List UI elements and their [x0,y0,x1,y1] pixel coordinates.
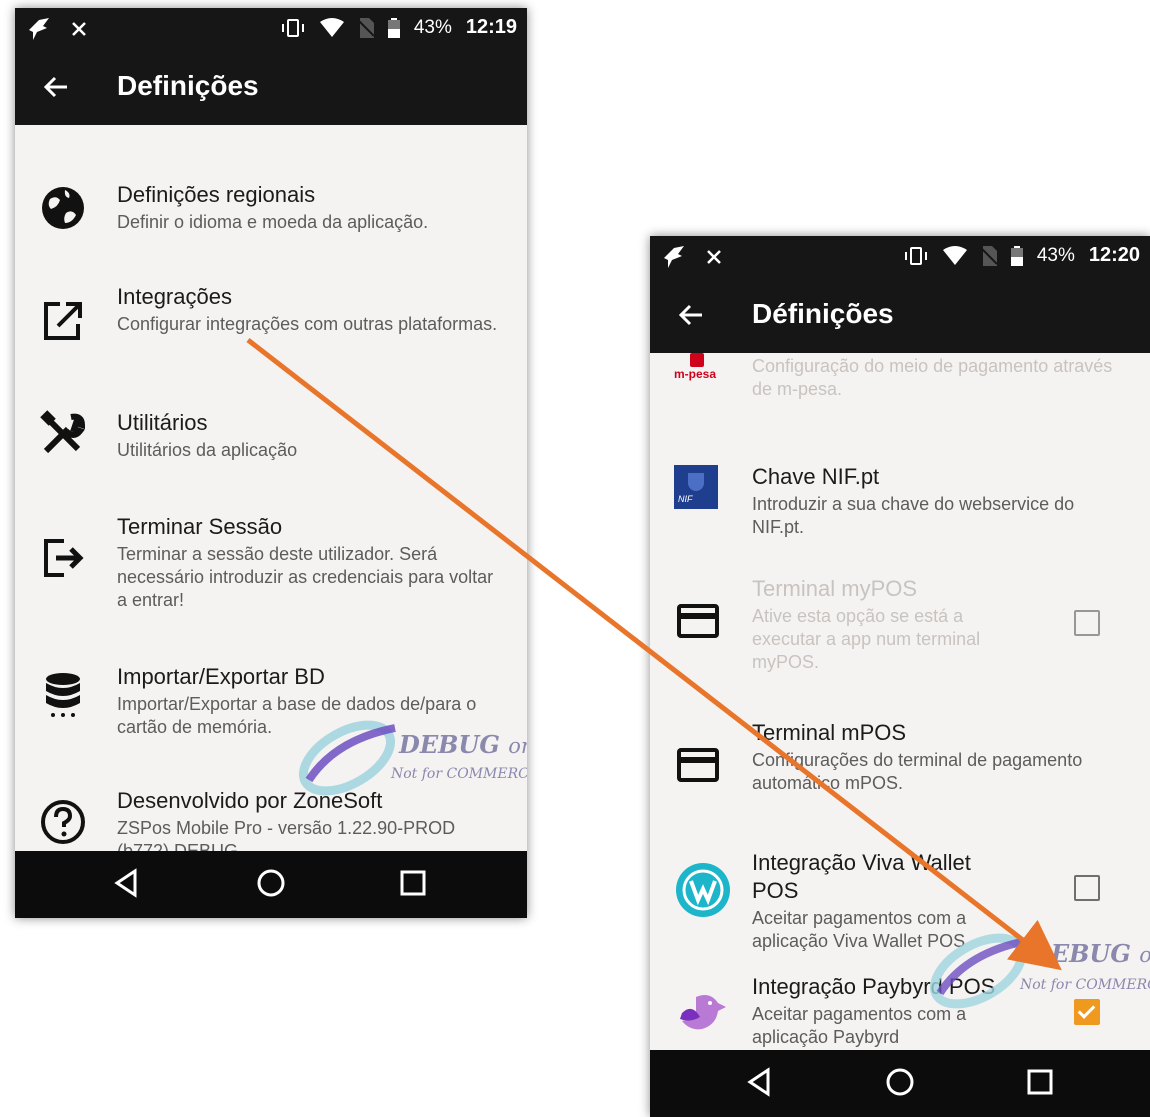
setting-subtitle: Configuração do meio de pagamento atravé… [752,356,1113,399]
setting-terminal-mypos[interactable]: Terminal myPOS Ative esta opção se está … [650,565,1150,685]
setting-viva-wallet[interactable]: Integração Viva Wallet POS Aceitar pagam… [650,829,1150,951]
tools-icon [40,410,86,454]
nav-bar [650,1050,1150,1117]
battery-percent: 43% [413,16,452,38]
vibrate-icon [281,18,304,37]
battery-icon [1010,245,1023,266]
setting-subtitle: Definir o idioma e moeda da aplicação. [117,212,429,232]
page-title: Definições [117,70,259,101]
page-title: Définições [752,298,894,329]
credit-card-icon [677,748,719,782]
settings-list: m-pesa Configuração do meio de pagamento… [650,353,1150,1050]
bird-notification-icon [29,18,49,40]
setting-title: Integrações [117,284,232,309]
setting-import-export-db[interactable]: Importar/Exportar BD Importar/Exportar a… [15,655,527,745]
setting-title: Desenvolvido por ZoneSoft [117,788,383,813]
missed-call-icon [707,250,721,264]
app-bar: Définições [650,278,1150,353]
setting-utilities[interactable]: Utilitários Utilitários da aplicação [15,401,527,485]
viva-wallet-logo-icon [676,863,730,917]
credit-card-icon [677,604,719,638]
setting-title: Definições regionais [117,182,316,207]
nav-back-icon[interactable] [742,1064,778,1100]
battery-percent: 43% [1036,244,1075,266]
setting-title: Terminal mPOS [752,720,907,745]
setting-subtitle: Terminar a sessão deste utilizador. Será… [117,544,494,610]
wifi-icon [942,245,967,265]
status-bar: 43% 12:19 [15,8,527,50]
logout-icon [44,539,84,577]
watermark-not-commercial: Not for COMMERCIAL [391,766,527,782]
no-sim-icon [980,245,997,266]
nav-home-icon[interactable] [882,1064,918,1100]
setting-integrations[interactable]: Integrações Configurar integrações com o… [15,275,527,385]
setting-subtitle: Introduzir a sua chave do webservice do … [752,494,1075,537]
setting-title: Terminal myPOS [752,576,918,601]
setting-subtitle: Ative esta opção se está a executar a ap… [752,606,981,672]
settings-screen-1: 43% 12:19 Definições Definições regionai… [15,8,527,918]
mypos-checkbox[interactable] [1074,610,1100,636]
back-arrow-icon[interactable] [41,72,71,102]
nav-recents-icon[interactable] [395,865,431,901]
vibrate-icon [904,246,927,265]
setting-mpesa[interactable]: m-pesa Configuração do meio de pagamento… [650,353,1150,403]
globe-icon [42,187,84,229]
setting-subtitle: Configurações do terminal de pagamento a… [752,750,1083,793]
setting-subtitle: Importar/Exportar a base de dados de/par… [117,694,477,737]
nav-home-icon[interactable] [253,865,289,901]
nif-logo-text: NIF [678,494,693,504]
setting-subtitle: ZSPos Mobile Pro - versão 1.22.90-PROD (… [117,818,456,851]
setting-about[interactable]: Desenvolvido por ZoneSoft ZSPos Mobile P… [15,781,527,851]
setting-title: Terminar Sessão [117,514,283,539]
setting-regional[interactable]: Definições regionais Definir o idioma e … [15,173,527,257]
help-circle-icon [41,800,85,844]
mpesa-logo-text: m-pesa [674,367,717,381]
clock: 12:19 [465,16,517,38]
setting-paybyrd[interactable]: Integração Paybyrd POS Aceitar pagamento… [650,953,1150,1050]
nif-logo-icon: NIF [674,465,718,509]
app-bar: Definições [15,50,527,125]
nav-bar [15,851,527,918]
settings-list: Definições regionais Definir o idioma e … [15,125,527,851]
nav-recents-icon[interactable] [1022,1064,1058,1100]
nav-back-icon[interactable] [109,865,145,901]
setting-subtitle: Utilitários da aplicação [117,440,298,460]
bird-notification-icon [664,246,684,268]
setting-subtitle: Aceitar pagamentos com a aplicação Viva … [752,908,967,951]
setting-title: Integração Viva Wallet POS [752,850,971,903]
back-arrow-icon[interactable] [676,300,706,330]
setting-subtitle: Configurar integrações com outras plataf… [117,314,498,334]
setting-logout[interactable]: Terminar Sessão Terminar a sessão deste … [15,505,527,621]
settings-screen-2: 43% 12:20 Définições m-pesa Configuração… [650,236,1150,1117]
setting-title: Importar/Exportar BD [117,664,325,689]
paybyrd-logo-icon [680,995,726,1030]
wifi-icon [319,17,344,37]
setting-terminal-mpos[interactable]: Terminal mPOS Configurações do terminal … [650,709,1150,809]
setting-title: Utilitários [117,410,208,435]
mpesa-logo-icon: m-pesa [674,353,730,387]
setting-title: Chave NIF.pt [752,464,880,489]
missed-call-icon [72,22,86,36]
paybyrd-checkbox[interactable] [1074,999,1100,1025]
status-bar: 43% 12:20 [650,236,1150,278]
setting-nif-key[interactable]: NIF Chave NIF.pt Introduzir a sua chave … [650,445,1150,545]
battery-icon [387,17,400,38]
setting-title: Integração Paybyrd POS [752,974,996,999]
clock: 12:20 [1088,244,1140,266]
database-icon [46,673,80,717]
setting-subtitle: Aceitar pagamentos com a aplicação Payby… [752,1004,967,1047]
no-sim-icon [357,17,374,38]
open-external-icon [44,302,82,340]
viva-wallet-checkbox[interactable] [1074,875,1100,901]
